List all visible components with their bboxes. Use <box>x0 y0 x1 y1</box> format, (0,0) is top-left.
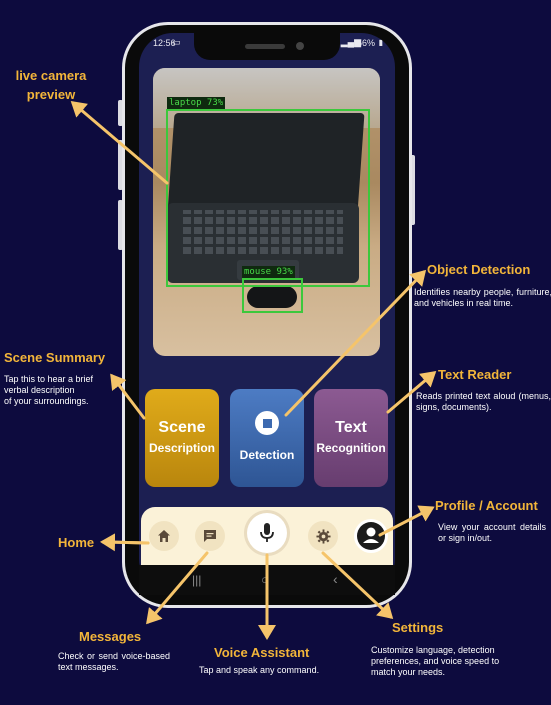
scene-summary-title: Scene Summary <box>4 350 106 365</box>
arrow-scene-summary <box>110 373 146 420</box>
arrow-settings <box>321 551 394 620</box>
object-detection-desc: Identifies nearby people, furniture, and… <box>414 287 551 308</box>
text-reader-desc: Reads printed text aloud (menus, signs, … <box>416 391 551 412</box>
arrow-messages <box>146 551 209 625</box>
text-reader-title: Text Reader <box>438 367 512 382</box>
arrow-profile <box>378 505 435 537</box>
home-title: Home <box>58 535 95 550</box>
profile-account-desc: View your account details or sign in/out… <box>438 522 546 543</box>
scene-summary-desc: Tap this to hear a brief verbal descript… <box>4 374 94 406</box>
object-detection-title: Object Detection <box>427 262 531 277</box>
messages-title: Messages <box>79 629 142 644</box>
voice-assistant-title: Voice Assistant <box>214 645 310 660</box>
messages-desc: Check or send voice-based text messages. <box>58 651 170 672</box>
profile-account-title: Profile / Account <box>435 498 538 513</box>
settings-desc: Customize language, detection preference… <box>371 645 500 677</box>
voice-assistant-desc: Tap and speak any command. <box>199 665 320 675</box>
live-camera-annotation: live camera preview <box>15 68 87 102</box>
arrow-object-detection <box>284 269 427 417</box>
settings-title: Settings <box>392 620 444 635</box>
arrow-live-camera <box>70 101 169 185</box>
arrow-home-back <box>108 540 150 545</box>
